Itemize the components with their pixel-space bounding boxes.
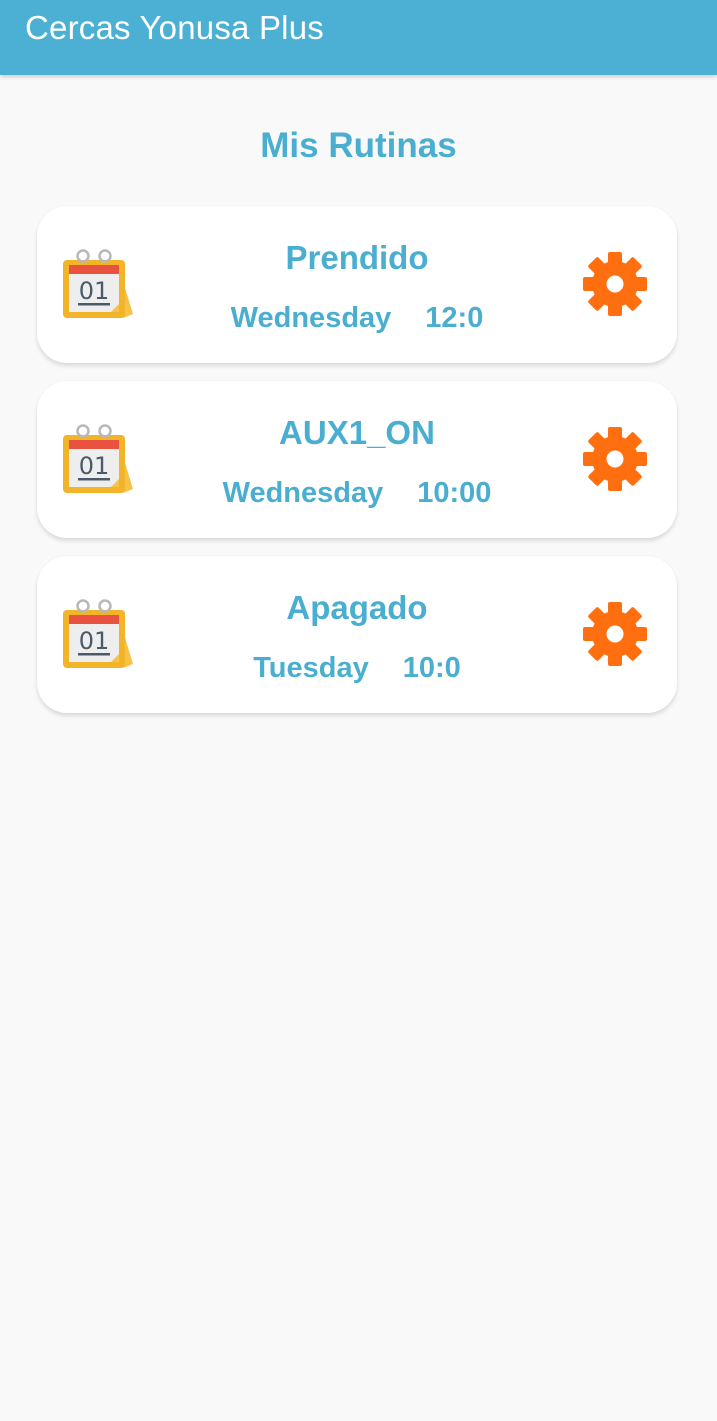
svg-text:01: 01 xyxy=(79,452,110,480)
gear-icon xyxy=(582,601,648,672)
routine-card[interactable]: 01 AUX1_ON Wednesday 10:00 xyxy=(37,381,677,538)
routine-schedule: Wednesday 10:00 xyxy=(157,477,557,510)
app-title: Cercas Yonusa Plus xyxy=(25,9,324,46)
routine-time: 12:0 xyxy=(425,302,484,334)
gear-icon xyxy=(582,426,648,497)
routine-info: Apagado Tuesday 10:0 xyxy=(157,556,557,713)
routine-time: 10:00 xyxy=(417,477,492,509)
routine-settings-button[interactable] xyxy=(581,426,649,497)
routine-schedule: Tuesday 10:0 xyxy=(157,652,557,685)
routine-day: Wednesday xyxy=(222,477,384,509)
routine-day: Tuesday xyxy=(253,652,369,684)
routine-schedule: Wednesday 12:0 xyxy=(157,302,557,335)
routine-card[interactable]: 01 Apagado Tuesday 10:0 xyxy=(37,556,677,713)
routine-name: Apagado xyxy=(286,589,428,626)
calendar-icon: 01 xyxy=(61,598,133,672)
gear-icon xyxy=(582,251,648,322)
routine-day: Wednesday xyxy=(230,302,392,334)
calendar-icon: 01 xyxy=(61,423,133,497)
routine-settings-button[interactable] xyxy=(581,601,649,672)
routine-info: AUX1_ON Wednesday 10:00 xyxy=(157,381,557,538)
routine-info: Prendido Wednesday 12:0 xyxy=(157,206,557,363)
page-title: Mis Rutinas xyxy=(260,126,457,165)
routine-name: AUX1_ON xyxy=(279,414,435,451)
app-bar: Cercas Yonusa Plus xyxy=(0,0,717,75)
routine-time: 10:0 xyxy=(402,652,461,684)
svg-text:01: 01 xyxy=(79,277,110,305)
svg-text:01: 01 xyxy=(79,627,110,655)
routine-list: 01 Prendido Wednesday 12:0 01 AUX1_ON We… xyxy=(37,206,677,731)
calendar-icon: 01 xyxy=(61,248,133,322)
routine-settings-button[interactable] xyxy=(581,251,649,322)
routine-name: Prendido xyxy=(285,239,429,276)
routine-card[interactable]: 01 Prendido Wednesday 12:0 xyxy=(37,206,677,363)
